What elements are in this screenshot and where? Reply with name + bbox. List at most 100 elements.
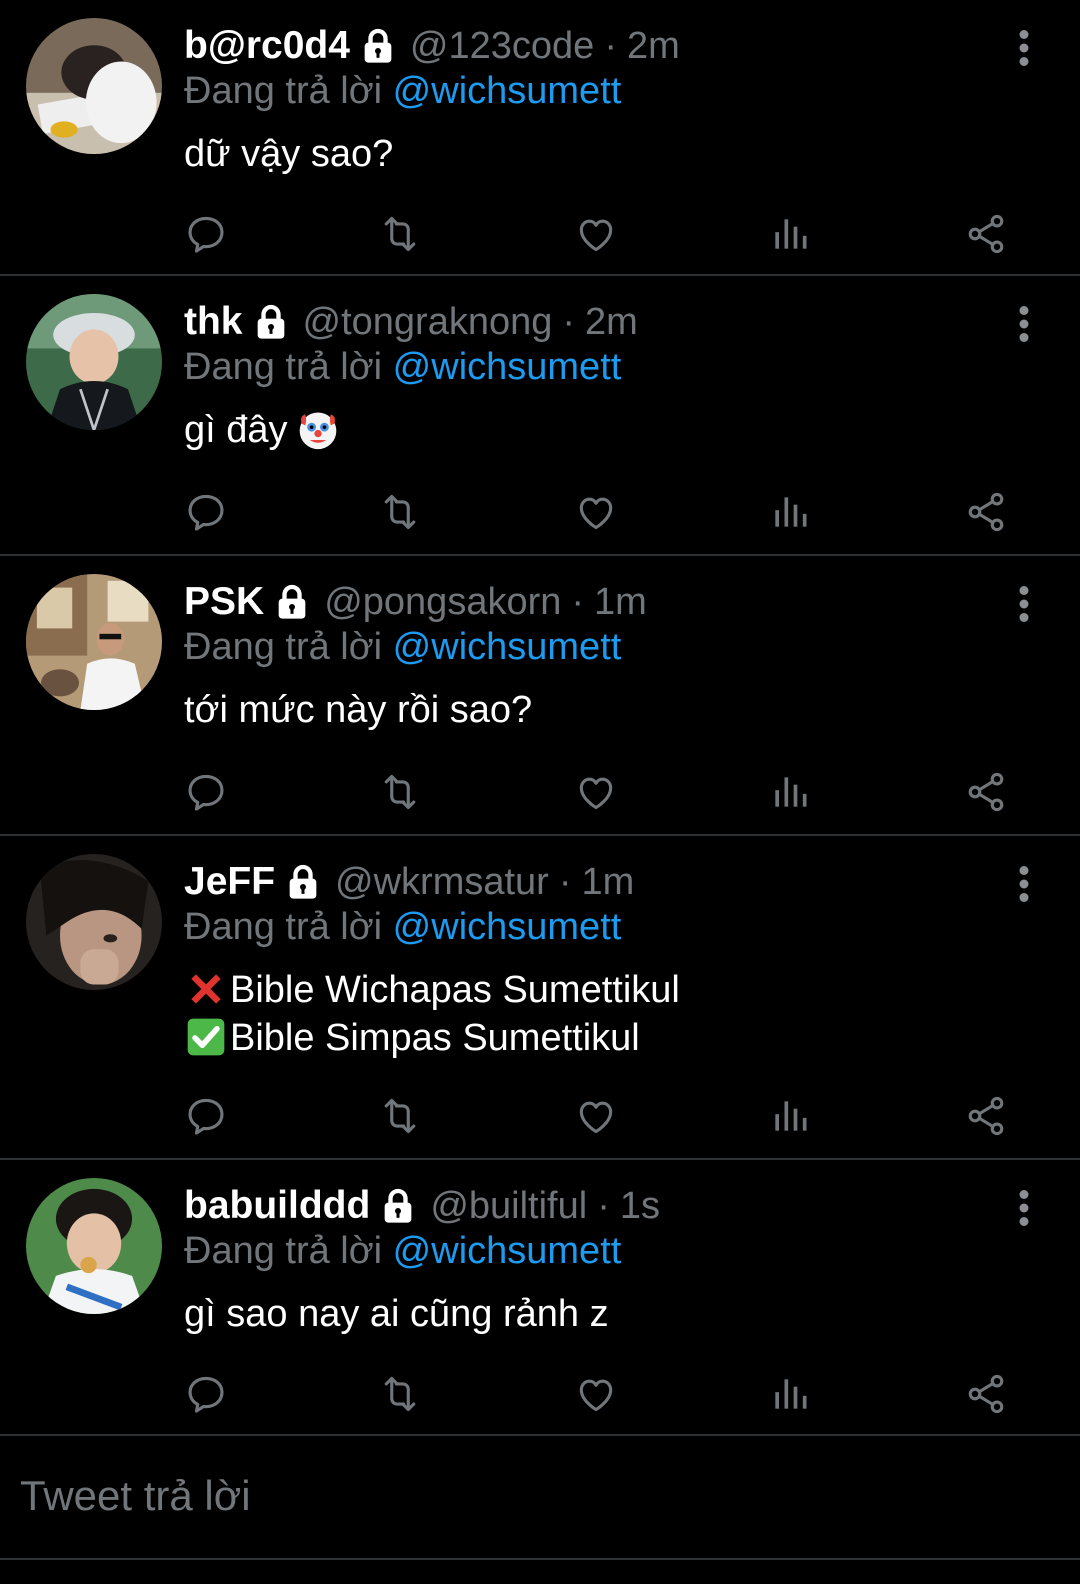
user-handle[interactable]: @tongraknong — [303, 301, 553, 344]
display-name[interactable]: PSK — [184, 580, 264, 624]
lock-icon — [378, 1186, 418, 1226]
avatar[interactable] — [26, 18, 162, 154]
separator-dot: · — [571, 580, 585, 623]
retweet-icon[interactable] — [378, 1094, 422, 1138]
tweet-text-content: dữ vậy sao? — [184, 133, 394, 175]
reply-item[interactable]: thk @tongraknong · 2m Đang trả lời @wich… — [0, 276, 1080, 556]
share-icon[interactable] — [964, 770, 1008, 814]
user-handle[interactable]: @pongsakorn — [324, 581, 561, 624]
reply-item[interactable]: b@rc0d4 @123code · 2m Đang trả lời @wich… — [0, 0, 1080, 276]
display-name[interactable]: b@rc0d4 — [184, 24, 350, 68]
like-icon[interactable] — [574, 770, 618, 814]
timestamp[interactable]: 1m — [582, 861, 635, 904]
replying-to: Đang trả lời @wichsumett — [184, 1230, 621, 1273]
views-icon[interactable] — [768, 770, 812, 814]
more-vertical-icon[interactable] — [1016, 1190, 1032, 1226]
tweet-text-content: Bible Wichapas Sumettikul — [230, 969, 680, 1011]
cross-mark-emoji — [184, 967, 228, 1011]
avatar[interactable] — [26, 1178, 162, 1314]
replying-prefix: Đang trả lời — [184, 626, 383, 668]
like-icon[interactable] — [574, 1094, 618, 1138]
replying-to: Đang trả lời @wichsumett — [184, 346, 621, 389]
separator-dot: · — [604, 24, 617, 67]
reply-header: JeFF @wkrmsatur · 1m — [184, 856, 634, 908]
timestamp[interactable]: 1s — [620, 1185, 660, 1228]
lock-icon — [251, 302, 291, 342]
separator-dot: · — [558, 860, 572, 903]
reply-icon[interactable] — [184, 490, 228, 534]
avatar-image — [26, 294, 162, 430]
retweet-icon[interactable] — [378, 1372, 422, 1416]
mention-link[interactable]: @wichsumett — [393, 626, 622, 668]
display-name[interactable]: JeFF — [184, 860, 275, 904]
reply-header: b@rc0d4 @123code · 2m — [184, 20, 680, 72]
tweet-text: gì đây — [184, 406, 340, 454]
user-handle[interactable]: @123code — [410, 25, 594, 68]
tweet-text-content: gì đây — [184, 409, 288, 451]
reply-item[interactable]: JeFF @wkrmsatur · 1m Đang trả lời @wichs… — [0, 836, 1080, 1160]
lock-icon — [272, 582, 312, 622]
timestamp[interactable]: 2m — [585, 301, 638, 344]
reply-icon[interactable] — [184, 212, 228, 256]
reply-icon[interactable] — [184, 1094, 228, 1138]
tweet-text: Bible Wichapas Sumettikul Bible Simpas S… — [184, 966, 680, 1062]
reply-icon[interactable] — [184, 1372, 228, 1416]
views-icon[interactable] — [768, 490, 812, 534]
display-name[interactable]: thk — [184, 300, 243, 344]
reply-header: thk @tongraknong · 2m — [184, 296, 638, 348]
replying-prefix: Đang trả lời — [184, 346, 383, 388]
views-icon[interactable] — [768, 1372, 812, 1416]
share-icon[interactable] — [964, 1372, 1008, 1416]
like-icon[interactable] — [574, 490, 618, 534]
clown-face-emoji — [296, 407, 340, 451]
views-icon[interactable] — [768, 1094, 812, 1138]
retweet-icon[interactable] — [378, 770, 422, 814]
replying-to: Đang trả lời @wichsumett — [184, 626, 621, 669]
timestamp[interactable]: 2m — [627, 25, 680, 68]
share-icon[interactable] — [964, 1094, 1008, 1138]
user-handle[interactable]: @wkrmsatur — [335, 861, 549, 904]
display-name[interactable]: babuilddd — [184, 1184, 370, 1228]
reply-item[interactable]: babuilddd @builtiful · 1s Đang trả lời @… — [0, 1160, 1080, 1436]
action-bar — [0, 1088, 1080, 1144]
replying-prefix: Đang trả lời — [184, 906, 383, 948]
retweet-icon[interactable] — [378, 490, 422, 534]
tweet-text-content: gì sao nay ai cũng rảnh z — [184, 1293, 609, 1335]
more-vertical-icon[interactable] — [1016, 30, 1032, 66]
tweet-text-content: Bible Simpas Sumettikul — [230, 1017, 640, 1059]
more-vertical-icon[interactable] — [1016, 866, 1032, 902]
avatar[interactable] — [26, 854, 162, 990]
retweet-icon[interactable] — [378, 212, 422, 256]
reply-item[interactable]: PSK @pongsakorn · 1m Đang trả lời @wichs… — [0, 556, 1080, 836]
mention-link[interactable]: @wichsumett — [393, 1230, 622, 1272]
reply-icon[interactable] — [184, 770, 228, 814]
share-icon[interactable] — [964, 212, 1008, 256]
timestamp[interactable]: 1m — [594, 581, 647, 624]
check-mark-emoji — [184, 1015, 228, 1059]
reply-header: PSK @pongsakorn · 1m — [184, 576, 647, 628]
avatar[interactable] — [26, 574, 162, 710]
like-icon[interactable] — [574, 1372, 618, 1416]
more-vertical-icon[interactable] — [1016, 586, 1032, 622]
user-handle[interactable]: @builtiful — [430, 1185, 587, 1228]
reply-header: babuilddd @builtiful · 1s — [184, 1180, 660, 1232]
action-bar — [0, 206, 1080, 262]
like-icon[interactable] — [574, 212, 618, 256]
more-vertical-icon[interactable] — [1016, 306, 1032, 342]
avatar[interactable] — [26, 294, 162, 430]
tweet-text: tới mức này rồi sao? — [184, 686, 532, 734]
reply-input[interactable] — [20, 1466, 1020, 1526]
lock-icon — [283, 862, 323, 902]
tweet-text: gì sao nay ai cũng rảnh z — [184, 1290, 609, 1338]
tweet-text-line: Bible Wichapas Sumettikul — [184, 966, 680, 1014]
mention-link[interactable]: @wichsumett — [393, 346, 622, 388]
action-bar — [0, 1366, 1080, 1422]
avatar-image — [26, 1178, 162, 1314]
share-icon[interactable] — [964, 490, 1008, 534]
tweet-text-content: tới mức này rồi sao? — [184, 689, 533, 731]
views-icon[interactable] — [768, 212, 812, 256]
replying-prefix: Đang trả lời — [184, 70, 383, 112]
mention-link[interactable]: @wichsumett — [393, 906, 622, 948]
mention-link[interactable]: @wichsumett — [393, 70, 622, 112]
separator-dot: · — [562, 300, 576, 343]
